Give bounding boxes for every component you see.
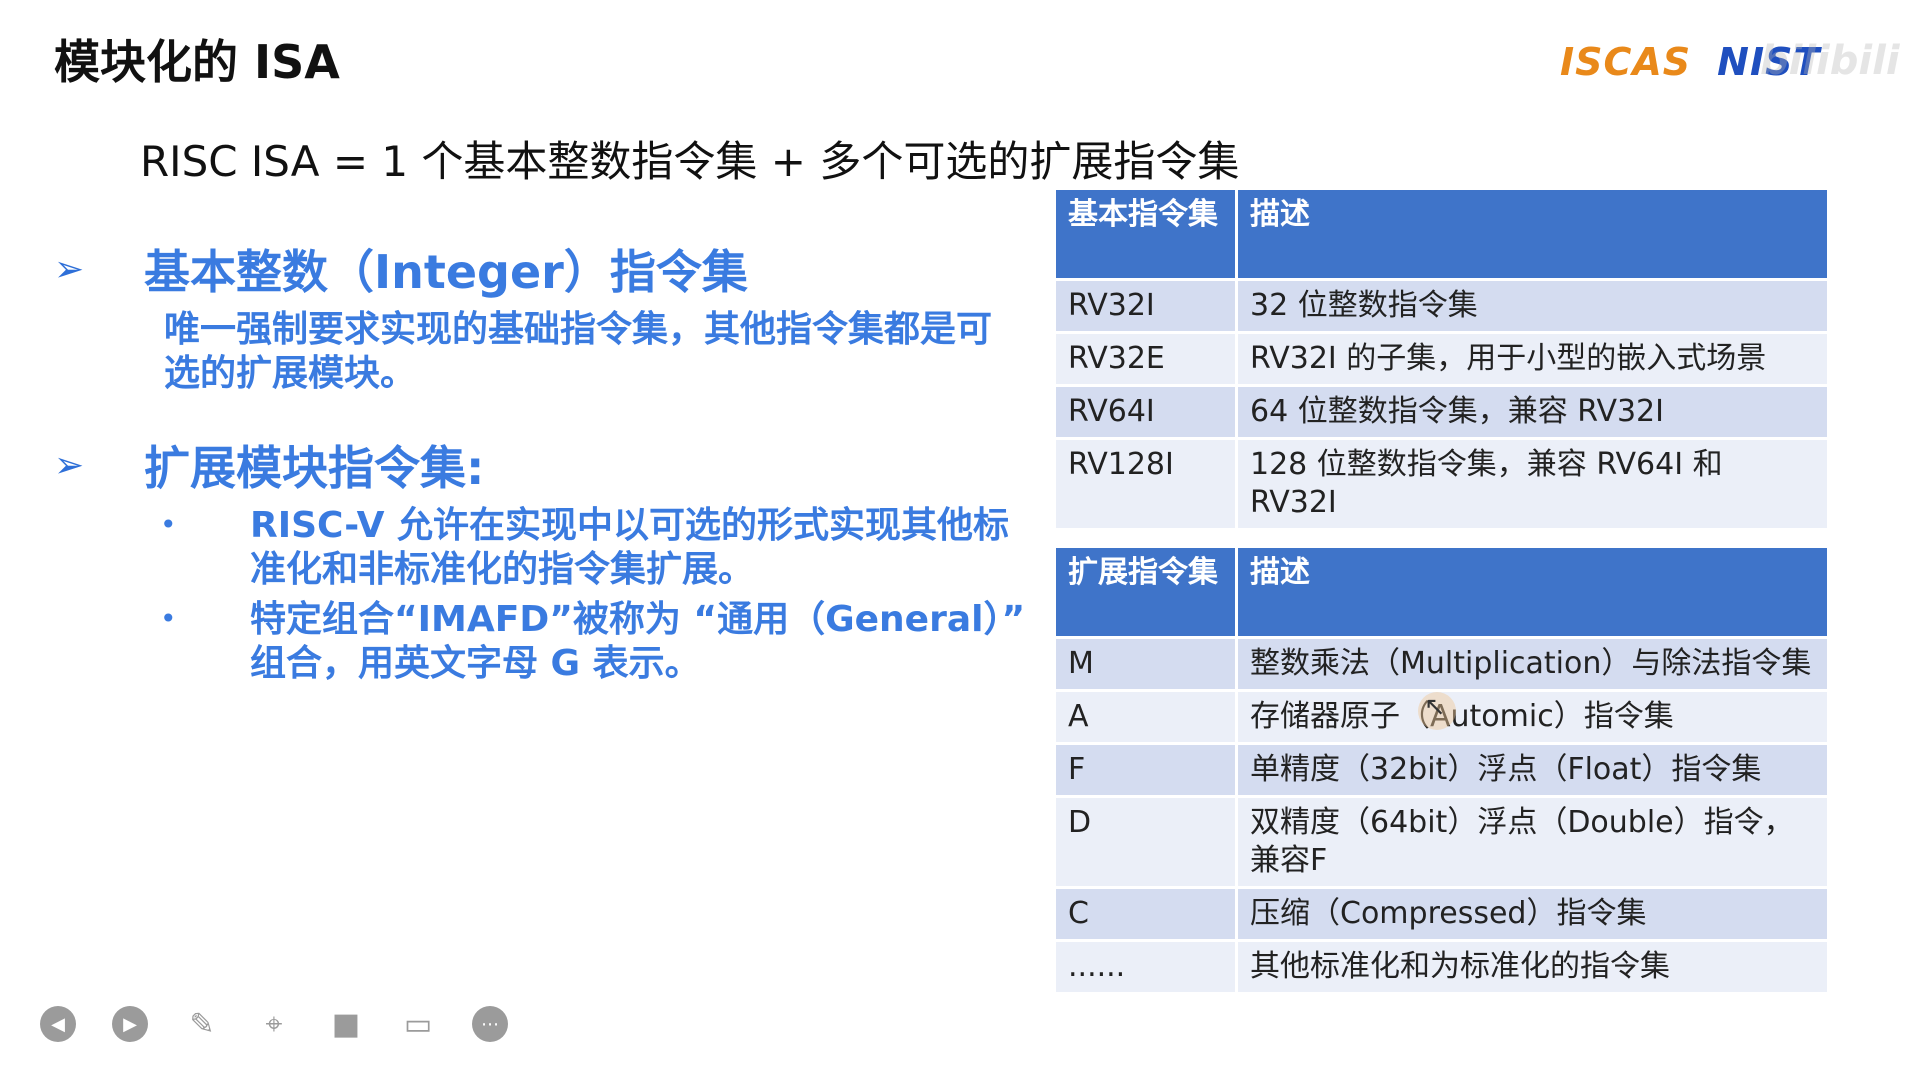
table-row: RV64I 64 位整数指令集，兼容 RV32I [1056,387,1830,437]
table-cell: ...... [1056,942,1238,992]
ext-bullet-text-1: RISC-V 允许在实现中以可选的形式实现其他标准化和非标准化的指令集扩展。 [250,505,1010,590]
table-cell: 整数乘法（Multiplication）与除法指令集 [1238,639,1830,689]
table-cell: 64 位整数指令集，兼容 RV32I [1238,387,1830,437]
table-row: F 单精度（32bit）浮点（Float）指令集 [1056,745,1830,795]
table-cell: 32 位整数指令集 [1238,281,1830,331]
table-header-cell: 描述 [1238,548,1830,636]
table-cell: D [1056,798,1238,886]
table-row: D 双精度（64bit）浮点（Double）指令，兼容F [1056,798,1830,886]
table-cell: RV32I [1056,281,1238,331]
table-header-cell: 扩展指令集 [1056,548,1238,636]
page-title: 模块化的 ISA [54,35,340,89]
table-cell: C [1056,889,1238,939]
table-row: RV128I 128 位整数指令集，兼容 RV64I 和 RV32I [1056,440,1830,528]
ext-bullet-1: • RISC-V 允许在实现中以可选的形式实现其他标准化和非标准化的指令集扩展。 [160,504,1044,592]
table-cell: 其他标准化和为标准化的指令集 [1238,942,1830,992]
presentation-toolbar: ◀ ▶ ✎ ⌖ ■ ▭ ⋯ [40,1006,508,1042]
ext-section: ➢ 扩展模块指令集: • RISC-V 允许在实现中以可选的形式实现其他标准化和… [54,432,1044,686]
more-icon[interactable]: ⋯ [472,1006,508,1042]
ext-section-head: ➢ 扩展模块指令集: [54,432,1044,498]
base-section-head: ➢ 基本整数（Integer）指令集 [54,236,1044,302]
screenshot-icon[interactable]: ⌖ [256,1006,292,1042]
table-cell: RV64I [1056,387,1238,437]
prev-icon[interactable]: ◀ [40,1006,76,1042]
ext-isa-table: 扩展指令集 描述 M 整数乘法（Multiplication）与除法指令集 A … [1056,545,1830,995]
arrow-bullet-icon: ➢ [54,444,85,486]
table-header-row: 基本指令集 描述 [1056,190,1830,278]
table-cell: RV128I [1056,440,1238,528]
table-cell: M [1056,639,1238,689]
arrow-bullet-icon: ➢ [54,248,85,290]
table-row: RV32E RV32I 的子集，用于小型的嵌入式场景 [1056,334,1830,384]
table-cell: 存储器原子（Automic）指令集 [1238,692,1830,742]
ext-heading: 扩展模块指令集: [144,441,485,495]
table-header-row: 扩展指令集 描述 [1056,548,1830,636]
pen-icon[interactable]: ✎ [184,1006,220,1042]
table-row: RV32I 32 位整数指令集 [1056,281,1830,331]
ext-bullet-text-2: 特定组合“IMAFD”被称为 “通用（General）” 组合，用英文字母 G … [250,599,1026,684]
table-header-cell: 基本指令集 [1056,190,1238,278]
iscas-logo: ISCAS [1560,40,1692,84]
table-cell: 双精度（64bit）浮点（Double）指令，兼容F [1238,798,1830,886]
dot-bullet-icon: • [160,508,177,541]
table-cell: 单精度（32bit）浮点（Float）指令集 [1238,745,1830,795]
base-section: ➢ 基本整数（Integer）指令集 唯一强制要求实现的基础指令集，其他指令集都… [54,236,1044,396]
next-icon[interactable]: ▶ [112,1006,148,1042]
table-row: C 压缩（Compressed）指令集 [1056,889,1830,939]
table-row: M 整数乘法（Multiplication）与除法指令集 [1056,639,1830,689]
bilibili-watermark: bilibili [1760,38,1900,84]
table-cell: RV32I 的子集，用于小型的嵌入式场景 [1238,334,1830,384]
isa-formula: RISC ISA = 1 个基本整数指令集 + 多个可选的扩展指令集 [140,137,1240,186]
table-cell: F [1056,745,1238,795]
comment-icon[interactable]: ▭ [400,1006,436,1042]
ext-bullet-2: • 特定组合“IMAFD”被称为 “通用（General）” 组合，用英文字母 … [160,598,1044,686]
slide: 模块化的 ISA ISCAS NIST bilibili RISC ISA = … [0,0,1920,1080]
table-row: ...... 其他标准化和为标准化的指令集 [1056,942,1830,992]
table-cell: A [1056,692,1238,742]
mouse-pointer-icon: ↖ [1424,692,1446,722]
dot-bullet-icon: • [160,602,177,635]
base-heading: 基本整数（Integer）指令集 [144,245,748,299]
table-cell: RV32E [1056,334,1238,384]
camera-icon[interactable]: ■ [328,1006,364,1042]
base-isa-table: 基本指令集 描述 RV32I 32 位整数指令集 RV32E RV32I 的子集… [1056,187,1830,531]
table-cell: 压缩（Compressed）指令集 [1238,889,1830,939]
base-description: 唯一强制要求实现的基础指令集，其他指令集都是可选的扩展模块。 [164,309,993,394]
table-header-cell: 描述 [1238,190,1830,278]
table-cell: 128 位整数指令集，兼容 RV64I 和 RV32I [1238,440,1830,528]
